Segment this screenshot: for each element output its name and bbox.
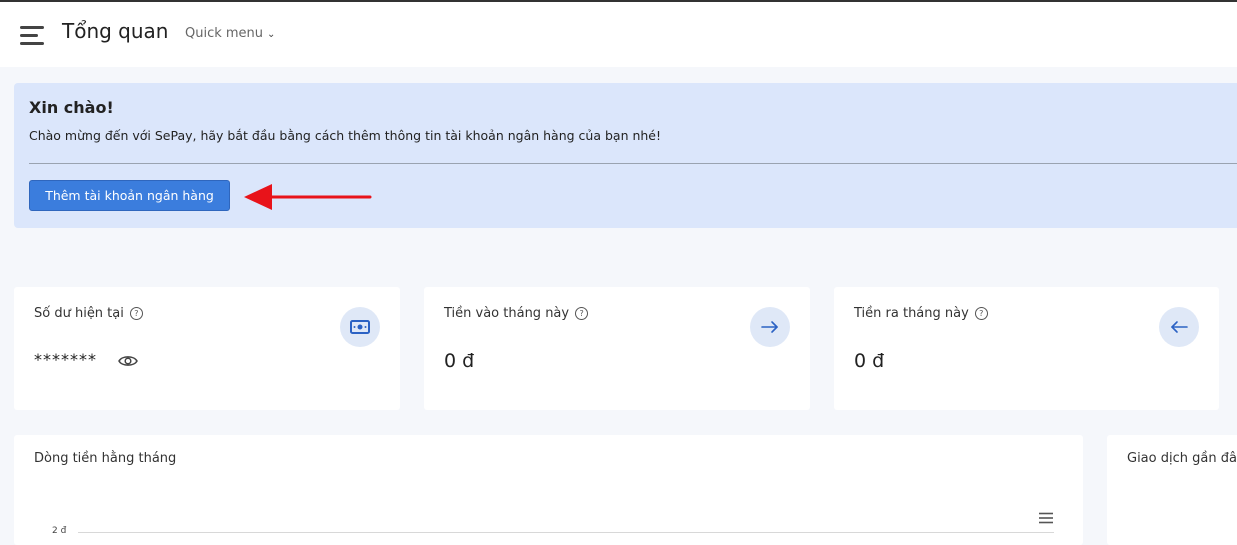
chart-menu-icon[interactable] [1038, 509, 1054, 528]
help-icon[interactable]: ? [129, 307, 143, 320]
arrow-right-icon [750, 307, 790, 347]
menu-toggle-icon[interactable] [20, 26, 44, 46]
stat-label: Tiền ra tháng này [854, 306, 969, 321]
stat-card-balance: Số dư hiện tại? ******* [14, 287, 400, 410]
balance-value: ******* [34, 350, 97, 369]
page-title: Tổng quan [62, 19, 169, 43]
arrow-left-icon [1159, 307, 1199, 347]
quick-menu-label: Quick menu [185, 26, 264, 41]
welcome-title: Xin chào! [29, 98, 114, 117]
y-axis-tick-label: 2 đ [52, 526, 67, 536]
income-value: 0 đ [444, 350, 475, 372]
expense-value: 0 đ [854, 350, 885, 372]
stat-card-expense: Tiền ra tháng này? 0 đ [834, 287, 1219, 410]
money-icon [340, 307, 380, 347]
quick-menu-dropdown[interactable]: Quick menu ⌄ [185, 26, 275, 41]
chevron-down-icon: ⌄ [267, 29, 276, 40]
red-arrow-annotation [244, 184, 372, 210]
recent-transactions-card: Giao dịch gần đây [1107, 435, 1237, 545]
alert-divider [29, 163, 1237, 164]
recent-transactions-title: Giao dịch gần đây [1127, 451, 1237, 466]
help-icon[interactable]: ? [974, 307, 988, 320]
stat-card-income: Tiền vào tháng này? 0 đ [424, 287, 810, 410]
cash-flow-card: Dòng tiền hằng tháng 2 đ [14, 435, 1083, 545]
stat-label: Số dư hiện tại [34, 306, 124, 321]
welcome-message: Chào mừng đến với SePay, hãy bắt đầu bằn… [29, 128, 662, 143]
help-icon[interactable]: ? [575, 307, 589, 320]
chart-gridline [78, 532, 1054, 533]
add-bank-account-button[interactable]: Thêm tài khoản ngân hàng [29, 180, 230, 211]
cash-flow-title: Dòng tiền hằng tháng [34, 451, 177, 466]
top-header: Tổng quan Quick menu ⌄ [0, 2, 1237, 67]
welcome-alert: Xin chào! Chào mừng đến với SePay, hãy b… [14, 83, 1237, 228]
eye-icon[interactable] [118, 353, 138, 372]
stat-label: Tiền vào tháng này [444, 306, 570, 321]
